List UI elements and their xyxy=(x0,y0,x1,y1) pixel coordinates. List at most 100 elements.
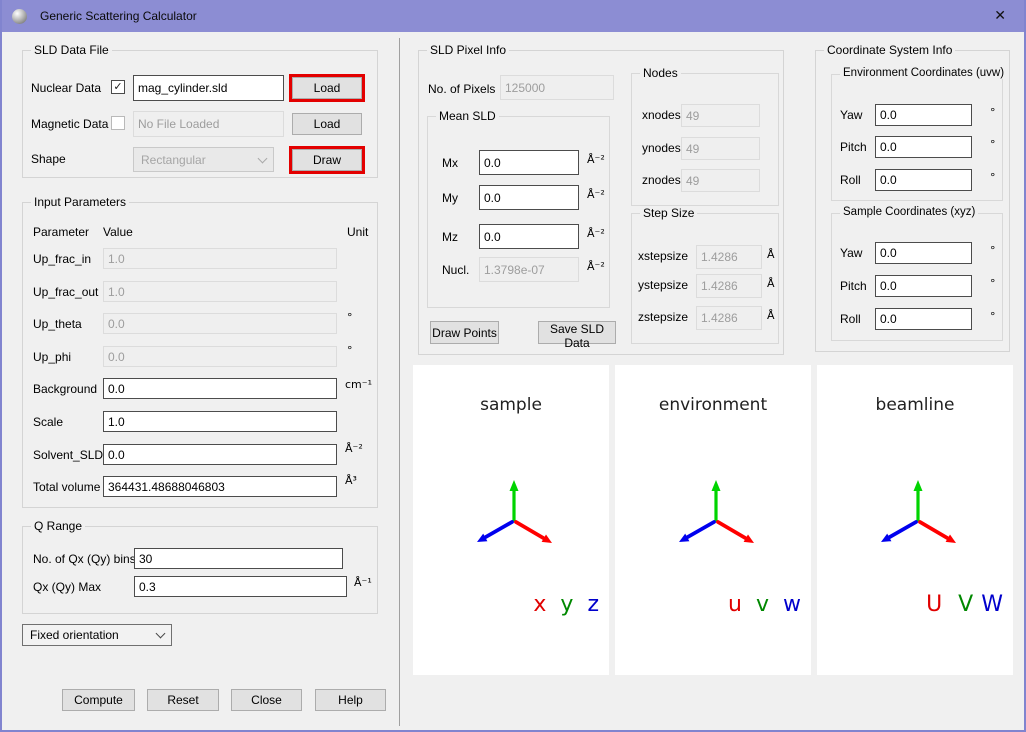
qbins-input[interactable] xyxy=(134,548,343,569)
sample-pitch-label: Pitch xyxy=(840,279,867,293)
draw-points-button[interactable]: Draw Points xyxy=(430,321,499,344)
group-title: Input Parameters xyxy=(31,195,129,209)
my-input[interactable] xyxy=(479,185,579,210)
magnetic-data-label: Magnetic Data xyxy=(31,117,108,131)
nuclear-data-checkbox[interactable]: ✓ xyxy=(111,80,125,94)
solvent-sld-input[interactable] xyxy=(103,444,337,465)
q-range-group: Q Range No. of Qx (Qy) bins Qx (Qy) Max … xyxy=(22,526,378,614)
mx-input[interactable] xyxy=(479,150,579,175)
sample-roll-input[interactable] xyxy=(875,308,972,330)
up-axis-arrowhead xyxy=(510,480,519,491)
group-title: Environment Coordinates (uvw) xyxy=(840,67,1007,79)
param-unit: ° xyxy=(347,311,353,324)
panel-title: environment xyxy=(615,395,811,415)
window-close-button[interactable]: ✕ xyxy=(986,6,1014,26)
draw-shape-button[interactable]: Draw xyxy=(292,149,362,171)
env-roll-input[interactable] xyxy=(875,169,972,191)
no-of-pixels-label: No. of Pixels xyxy=(428,82,495,96)
sample-yaw-unit: ° xyxy=(990,244,996,257)
axis-label-z: z xyxy=(587,592,599,617)
axis-label-y: y xyxy=(560,592,573,617)
column-header-value: Value xyxy=(103,225,133,239)
param-unit: ° xyxy=(347,344,353,357)
orientation-combobox[interactable]: Fixed orientation xyxy=(22,624,172,646)
help-button[interactable]: Help xyxy=(315,689,386,711)
axis-label-u: u xyxy=(728,592,742,617)
environment-axes-panel: environment u v w xyxy=(615,365,811,675)
znodes-label: znodes xyxy=(642,173,681,187)
sample-yaw-label: Yaw xyxy=(840,246,862,260)
nucl-input xyxy=(479,257,579,282)
sample-pitch-unit: ° xyxy=(990,277,996,290)
env-pitch-input[interactable] xyxy=(875,136,972,158)
axis-label-W: W xyxy=(981,592,1003,617)
nodes-group: Nodes xnodes ynodes znodes xyxy=(631,73,779,206)
axes-triad-icon xyxy=(413,475,609,550)
param-unit: cm⁻¹ xyxy=(345,378,372,391)
reset-button[interactable]: Reset xyxy=(147,689,219,711)
sample-coordinates-group: Sample Coordinates (xyz) Yaw ° Pitch ° R… xyxy=(831,213,1003,341)
sample-pitch-input[interactable] xyxy=(875,275,972,297)
mz-input[interactable] xyxy=(479,224,579,249)
sample-yaw-input[interactable] xyxy=(875,242,972,264)
ystepsize-input xyxy=(696,274,762,298)
ynodes-label: ynodes xyxy=(642,141,681,155)
load-magnetic-button[interactable]: Load xyxy=(292,113,362,135)
nuclear-file-input[interactable] xyxy=(133,75,284,101)
axis-label-U: U xyxy=(926,592,942,617)
axis-labels: U V W xyxy=(926,592,1003,617)
qmax-input[interactable] xyxy=(134,576,347,597)
app-icon xyxy=(12,9,27,24)
nucl-label: Nucl. xyxy=(442,263,469,277)
group-title: Step Size xyxy=(640,206,697,220)
sld-pixel-info-group: SLD Pixel Info No. of Pixels Mean SLD Mx… xyxy=(418,50,784,355)
env-yaw-label: Yaw xyxy=(840,108,862,122)
group-title: Mean SLD xyxy=(436,109,499,123)
up-frac-out-input xyxy=(103,281,337,302)
param-label: Up_frac_in xyxy=(33,252,91,266)
mean-sld-group: Mean SLD Mx Å⁻² My Å⁻² Mz Å⁻² Nucl. Å⁻² xyxy=(427,116,610,308)
scale-input[interactable] xyxy=(103,411,337,432)
magnetic-data-checkbox[interactable] xyxy=(111,116,125,130)
mz-unit: Å⁻² xyxy=(587,227,605,240)
environment-coordinates-group: Environment Coordinates (uvw) Yaw ° Pitc… xyxy=(831,74,1003,201)
input-parameters-group: Input Parameters Parameter Value Unit Up… xyxy=(22,202,378,508)
load-nuclear-button[interactable]: Load xyxy=(292,77,362,99)
shape-label: Shape xyxy=(31,152,66,166)
total-volume-input[interactable] xyxy=(103,476,337,497)
close-button[interactable]: Close xyxy=(231,689,302,711)
group-title: SLD Pixel Info xyxy=(427,43,509,57)
group-title: Q Range xyxy=(31,519,85,533)
ystepsize-label: ystepsize xyxy=(638,278,688,292)
my-label: My xyxy=(442,191,458,205)
axis-label-v: v xyxy=(756,592,769,617)
axes-triad-icon xyxy=(817,475,1013,550)
right-axis-arrow xyxy=(718,522,747,539)
group-title: Sample Coordinates (xyz) xyxy=(840,206,978,218)
env-roll-unit: ° xyxy=(990,171,996,184)
compute-button[interactable]: Compute xyxy=(62,689,135,711)
axis-label-x: x xyxy=(533,592,546,617)
my-unit: Å⁻² xyxy=(587,188,605,201)
panel-splitter xyxy=(399,38,400,726)
left-axis-arrow xyxy=(888,522,916,538)
right-axis-arrow xyxy=(920,522,949,539)
generic-scattering-calculator-window: Generic Scattering Calculator ✕ SLD Data… xyxy=(0,0,1026,732)
param-label: Total volume xyxy=(33,480,100,494)
left-axis-arrow xyxy=(484,522,512,538)
qmax-unit: Å⁻¹ xyxy=(354,576,372,589)
sample-roll-label: Roll xyxy=(840,312,861,326)
panel-title: beamline xyxy=(817,395,1013,415)
shape-selected-value: Rectangular xyxy=(141,153,206,167)
param-unit: Å⁻² xyxy=(345,442,363,455)
param-label: Up_theta xyxy=(33,317,82,331)
param-label: Background xyxy=(33,382,97,396)
env-yaw-input[interactable] xyxy=(875,104,972,126)
background-input[interactable] xyxy=(103,378,337,399)
left-axis-arrow xyxy=(686,522,714,538)
shape-combobox: Rectangular xyxy=(133,147,274,172)
zstepsize-label: zstepsize xyxy=(638,310,688,324)
window-title: Generic Scattering Calculator xyxy=(40,9,197,23)
save-sld-data-button[interactable]: Save SLD Data xyxy=(538,321,616,344)
xstepsize-input xyxy=(696,245,762,269)
